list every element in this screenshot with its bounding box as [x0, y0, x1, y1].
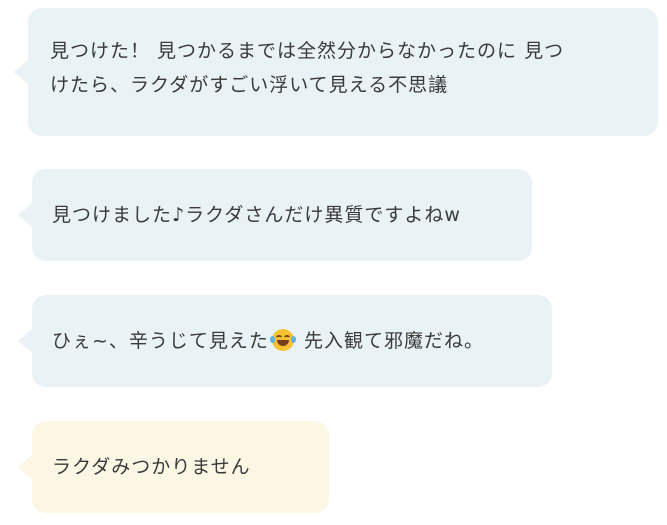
- comment-bubble: ラクダみつかりません: [18, 421, 329, 513]
- comment-bubble: 見つけました♪ラクダさんだけ異質ですよねw: [18, 169, 532, 261]
- face-with-tears-of-joy-icon: [269, 329, 296, 351]
- comment-text-line: けたら、ラクダがすごい浮いて見える不思議: [50, 74, 449, 96]
- comment-text: ラクダみつかりません: [52, 456, 251, 478]
- comment-text: ひぇ~、辛うじて見えた: [52, 330, 269, 352]
- comment-text: 見つけました♪ラクダさんだけ異質ですよねw: [52, 204, 461, 226]
- comment-bubble: ひぇ~、辛うじて見えた 先入観て邪魔だね。: [18, 295, 552, 387]
- comment-text-line: 見つけた！ 見つかるまでは全然分からなかったのに 見つ: [50, 40, 565, 62]
- comment-thread: 見つけた！ 見つかるまでは全然分からなかったのに 見つ けたら、ラクダがすごい浮…: [0, 0, 667, 525]
- comment-text: 先入観て邪魔だね。: [296, 330, 484, 352]
- comment-bubble: 見つけた！ 見つかるまでは全然分からなかったのに 見つ けたら、ラクダがすごい浮…: [14, 8, 658, 136]
